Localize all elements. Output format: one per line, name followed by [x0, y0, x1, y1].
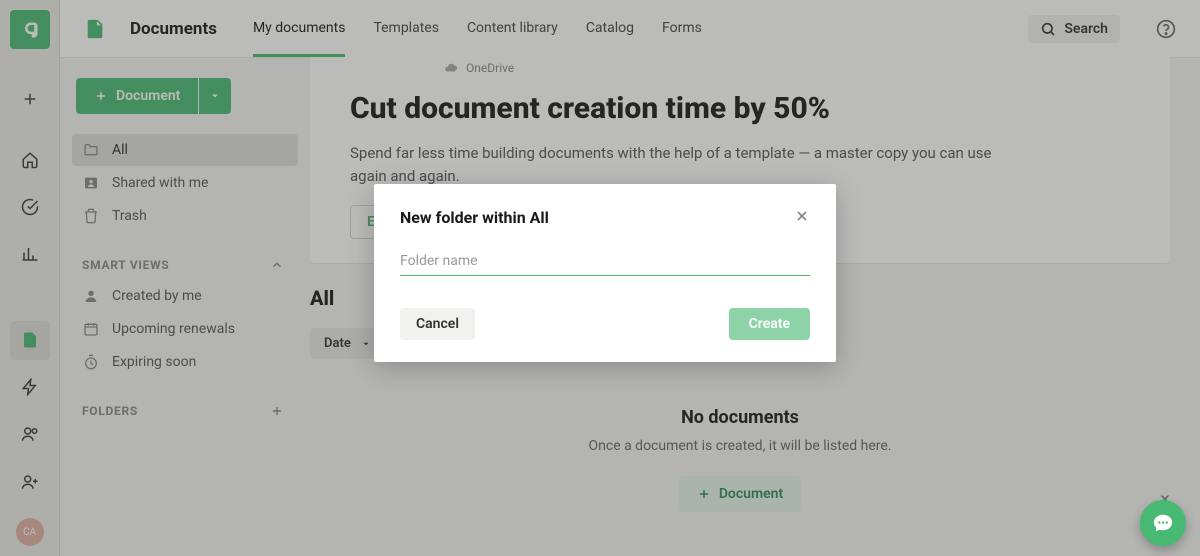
chat-icon [1152, 512, 1174, 534]
create-button[interactable]: Create [729, 308, 810, 340]
folder-name-input[interactable] [400, 247, 810, 276]
close-icon [794, 208, 810, 224]
modal-title: New folder within All [400, 208, 549, 227]
modal-close-button[interactable] [794, 208, 810, 224]
new-folder-modal: New folder within All Cancel Create [374, 184, 836, 362]
cancel-button[interactable]: Cancel [400, 308, 475, 340]
chat-fab[interactable] [1140, 500, 1186, 546]
